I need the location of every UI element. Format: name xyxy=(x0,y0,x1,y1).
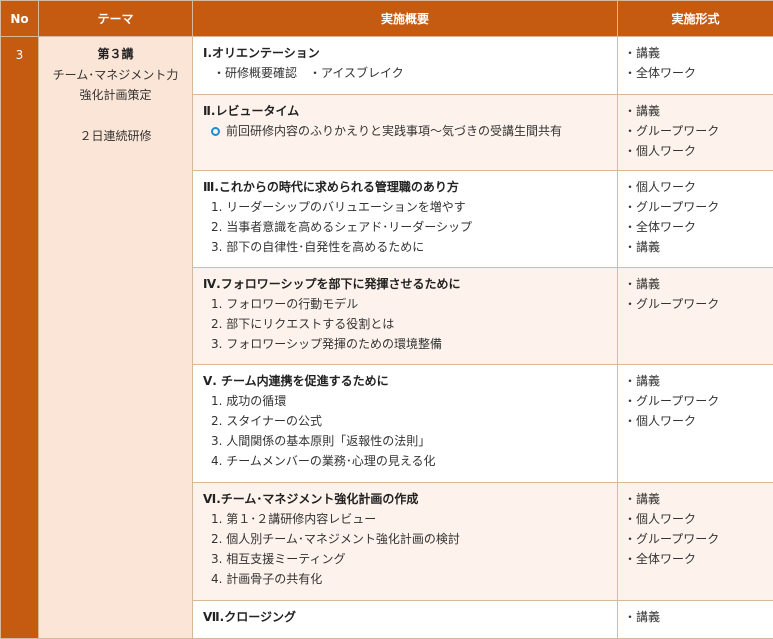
format-item: ・個人ワーク xyxy=(624,180,697,194)
theme-title: 第３講 xyxy=(97,47,134,61)
format-item: ・個人ワーク xyxy=(624,414,697,428)
format-cell-5: ・講義 ・グループワーク ・個人ワーク xyxy=(617,364,773,483)
section-title: Ⅵ.チーム･マネジメント強化計画の作成 xyxy=(203,492,419,506)
section-line: 1. フォロワーの行動モデル xyxy=(211,297,359,311)
overview-cell-7: Ⅶ.クロージング xyxy=(192,600,618,639)
section-line: 3. 部下の自律性･自発性を高めるために xyxy=(211,240,425,254)
section-line: 1. リーダーシップのバリュエーションを増やす xyxy=(211,200,466,214)
section-line: 4. チームメンバーの業務･心理の見える化 xyxy=(211,454,436,468)
section-line: 前回研修内容のふりかえりと実践事項～気づきの受講生間共有 xyxy=(226,124,563,138)
overview-cell-2: Ⅱ.レビュータイム 前回研修内容のふりかえりと実践事項～気づきの受講生間共有 xyxy=(192,94,618,171)
format-item: ・グループワーク xyxy=(624,394,720,408)
format-item: ・グループワーク xyxy=(624,124,720,138)
format-item: ・全体ワーク xyxy=(624,220,697,234)
format-item: ・全体ワーク xyxy=(624,66,697,80)
format-item: ・個人ワーク xyxy=(624,512,697,526)
format-cell-2: ・講義 ・グループワーク ・個人ワーク xyxy=(617,94,773,171)
overview-cell-4: Ⅳ.フォロワーシップを部下に発揮させるために 1. フォロワーの行動モデル 2.… xyxy=(192,267,618,365)
section-title: Ⅱ.レビュータイム xyxy=(203,104,300,118)
section-line: 2. 部下にリクエストする役割とは xyxy=(211,317,395,331)
section-line: 3. 人間関係の基本原則「返報性の法則」 xyxy=(211,434,431,448)
format-item: ・個人ワーク xyxy=(624,144,697,158)
format-item: ・グループワーク xyxy=(624,200,720,214)
section-title: Ⅲ.これからの時代に求められる管理職のあり方 xyxy=(203,180,459,194)
section-title: Ⅶ.クロージング xyxy=(203,610,296,624)
bullet-circle-icon xyxy=(211,126,220,136)
section-line: 2. 個人別チーム･マネジメント強化計画の検討 xyxy=(211,532,460,546)
format-item: ・講義 xyxy=(624,46,661,60)
overview-cell-5: Ⅴ. チーム内連携を促進するために 1. 成功の循環 2. スタイナーの公式 3… xyxy=(192,364,618,483)
format-cell-4: ・講義 ・グループワーク xyxy=(617,267,773,365)
section-row-1: 3 第３講 チーム･マネジメント力 強化計画策定 ２日連続研修 Ⅰ.オリエンテー… xyxy=(0,36,773,639)
section-line: 1. 第１･２講研修内容レビュー xyxy=(211,512,377,526)
format-cell-1: ・講義 ・全体ワーク xyxy=(617,36,773,95)
format-item: ・全体ワーク xyxy=(624,552,697,566)
training-schedule-table: No テーマ 実施概要 実施形式 3 第３講 チーム･マネジメント力 強化計画策… xyxy=(0,0,773,639)
row-number: 3 xyxy=(0,36,39,639)
overview-cell-3: Ⅲ.これからの時代に求められる管理職のあり方 1. リーダーシップのバリュエーシ… xyxy=(192,170,618,268)
format-item: ・講義 xyxy=(624,104,661,118)
section-title: Ⅰ.オリエンテーション xyxy=(203,46,320,60)
section-line: 3. フォロワーシップ発揮のための環境整備 xyxy=(211,337,443,351)
theme-cell: 第３講 チーム･マネジメント力 強化計画策定 ２日連続研修 xyxy=(38,36,193,639)
section-title: Ⅳ.フォロワーシップを部下に発揮させるために xyxy=(203,277,461,291)
format-item: ・講義 xyxy=(624,492,661,506)
format-cell-3: ・個人ワーク ・グループワーク ・全体ワーク ・講義 xyxy=(617,170,773,268)
section-line: 2. スタイナーの公式 xyxy=(211,414,323,428)
section-line: ・研修概要確認 ・アイスブレイク xyxy=(213,66,404,80)
theme-line-4: ２日連続研修 xyxy=(79,128,152,143)
header-no: No xyxy=(0,0,39,37)
section-line: 2. 当事者意識を高めるシェアド･リーダーシップ xyxy=(211,220,473,234)
theme-line-2: チーム･マネジメント力 xyxy=(52,67,179,82)
format-item: ・グループワーク xyxy=(624,532,720,546)
overview-cell-6: Ⅵ.チーム･マネジメント強化計画の作成 1. 第１･２講研修内容レビュー 2. … xyxy=(192,482,618,601)
section-line: 3. 相互支援ミーティング xyxy=(211,552,346,566)
overview-cell-1: Ⅰ.オリエンテーション ・研修概要確認 ・アイスブレイク xyxy=(192,36,618,95)
format-cell-7: ・講義 xyxy=(617,600,773,639)
header-theme: テーマ xyxy=(38,0,193,37)
section-line: 1. 成功の循環 xyxy=(211,394,287,408)
header-overview: 実施概要 xyxy=(192,0,618,37)
header-row: No テーマ 実施概要 実施形式 xyxy=(0,0,773,37)
format-item: ・講義 xyxy=(624,374,661,388)
format-item: ・講義 xyxy=(624,240,661,254)
section-title: Ⅴ. チーム内連携を促進するために xyxy=(203,374,389,388)
format-cell-6: ・講義 ・個人ワーク ・グループワーク ・全体ワーク xyxy=(617,482,773,601)
theme-line-3: 強化計画策定 xyxy=(79,88,152,102)
format-item: ・講義 xyxy=(624,610,661,624)
section-line: 4. 計画骨子の共有化 xyxy=(211,572,323,586)
format-item: ・講義 xyxy=(624,277,661,291)
format-item: ・グループワーク xyxy=(624,297,720,311)
header-format: 実施形式 xyxy=(617,0,773,37)
